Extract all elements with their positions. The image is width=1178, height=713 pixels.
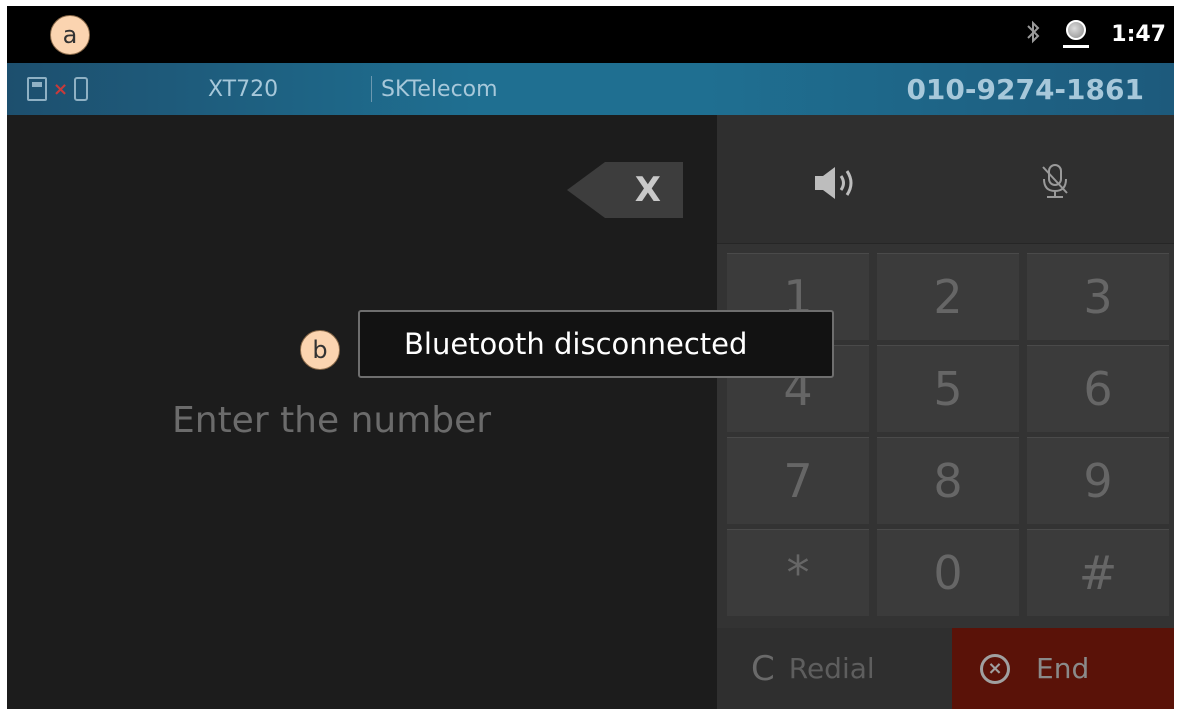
key-7[interactable]: 7 xyxy=(727,437,869,524)
callout-a: a xyxy=(50,15,90,55)
number-input[interactable]: Enter the number xyxy=(172,400,491,441)
mobile-phone-icon xyxy=(74,77,89,101)
disconnected-icon: × xyxy=(53,78,69,100)
audio-controls xyxy=(717,115,1174,244)
end-call-button[interactable]: × End xyxy=(952,628,1174,709)
key-9[interactable]: 9 xyxy=(1027,437,1169,524)
backspace-button[interactable]: X xyxy=(567,162,683,218)
bluetooth-disconnected-toast: Bluetooth disconnected xyxy=(358,310,834,378)
status-icons: 1:47 xyxy=(1025,6,1166,63)
key-star[interactable]: * xyxy=(727,529,869,616)
connection-status-icons: × xyxy=(27,77,89,101)
status-bar: 1:47 xyxy=(7,6,1174,63)
key-0[interactable]: 0 xyxy=(877,529,1019,616)
key-8[interactable]: 8 xyxy=(877,437,1019,524)
key-3[interactable]: 3 xyxy=(1027,253,1169,340)
desk-phone-icon xyxy=(27,77,47,101)
divider xyxy=(371,76,372,102)
call-actions: C Redial × End xyxy=(717,628,1174,709)
device-name: XT720 xyxy=(208,77,279,102)
clock: 1:47 xyxy=(1111,22,1166,47)
key-hash[interactable]: # xyxy=(1027,529,1169,616)
number-entry-area: X Enter the number xyxy=(7,115,717,709)
key-6[interactable]: 6 xyxy=(1027,345,1169,432)
bluetooth-icon xyxy=(1025,19,1041,51)
mic-off-icon[interactable] xyxy=(1035,161,1075,201)
redial-button[interactable]: C Redial xyxy=(717,628,952,709)
dial-keypad: 1 2 3 4 5 6 7 8 9 * 0 # xyxy=(727,253,1174,619)
keypad-panel: 1 2 3 4 5 6 7 8 9 * 0 # C Redial × End xyxy=(717,115,1174,709)
key-5[interactable]: 5 xyxy=(877,345,1019,432)
carrier-name: SKTelecom xyxy=(381,77,498,102)
phone-screen: 1:47 × XT720 SKTelecom 010-9274-1861 X E… xyxy=(7,6,1174,709)
globe-icon xyxy=(1063,19,1090,50)
end-label: End xyxy=(1036,652,1090,685)
speaker-icon[interactable] xyxy=(809,163,867,203)
redial-label: Redial xyxy=(788,652,875,685)
phone-number: 010-9274-1861 xyxy=(906,73,1144,106)
key-2[interactable]: 2 xyxy=(877,253,1019,340)
connection-info-bar: × XT720 SKTelecom 010-9274-1861 xyxy=(7,63,1174,115)
end-call-icon: × xyxy=(980,653,1010,684)
redial-icon: C xyxy=(751,648,775,689)
callout-b: b xyxy=(300,330,340,370)
